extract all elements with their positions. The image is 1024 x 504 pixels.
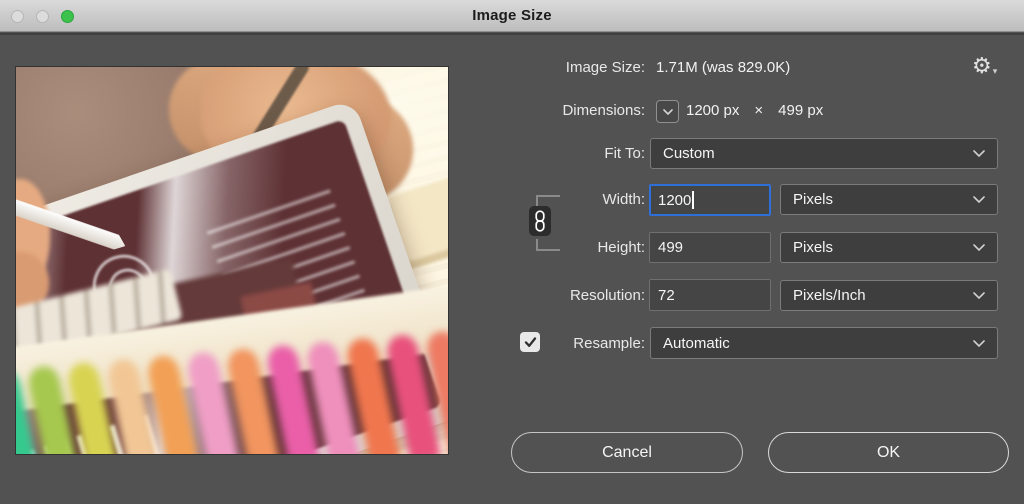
- dimensions-times: ×: [754, 102, 763, 119]
- chevron-down-icon: [663, 109, 673, 115]
- close-button[interactable]: [11, 10, 24, 23]
- chain-link-icon: [534, 210, 546, 232]
- width-unit-select[interactable]: Pixels: [780, 184, 998, 215]
- dimensions-width: 1200 px: [686, 102, 739, 119]
- dimensions-value: 1200 px × 499 px: [686, 102, 823, 119]
- titlebar-divider: [0, 33, 1024, 35]
- width-value: 1200: [658, 192, 691, 209]
- height-label: Height:: [470, 239, 645, 256]
- text-caret: [692, 191, 694, 209]
- image-size-value: 1.71M (was 829.0K): [656, 59, 790, 76]
- height-unit-value: Pixels: [793, 239, 833, 256]
- window-title: Image Size: [472, 7, 552, 24]
- resample-value: Automatic: [663, 335, 730, 352]
- height-unit-select[interactable]: Pixels: [780, 232, 998, 263]
- zoom-button[interactable]: [61, 10, 74, 23]
- resolution-unit-select[interactable]: Pixels/Inch: [780, 280, 998, 311]
- fit-to-value: Custom: [663, 145, 715, 162]
- dimensions-label: Dimensions:: [470, 102, 645, 119]
- chevron-down-icon: [973, 244, 985, 251]
- chevron-down-icon: [973, 340, 985, 347]
- height-value: 499: [658, 239, 683, 256]
- chevron-down-icon: [973, 150, 985, 157]
- resample-label: Resample:: [470, 335, 645, 352]
- gear-caret-icon: ▾: [993, 57, 998, 85]
- chevron-down-icon: [973, 196, 985, 203]
- width-unit-value: Pixels: [793, 191, 833, 208]
- width-label: Width:: [470, 191, 645, 208]
- chevron-down-icon: [973, 292, 985, 299]
- title-bar: Image Size: [0, 0, 1024, 32]
- image-preview[interactable]: [16, 67, 448, 454]
- dimensions-height: 499 px: [778, 102, 823, 119]
- resolution-unit-value: Pixels/Inch: [793, 287, 866, 304]
- constrain-proportions-toggle[interactable]: [529, 206, 551, 236]
- resolution-value: 72: [658, 287, 675, 304]
- resolution-label: Resolution:: [470, 287, 645, 304]
- gear-icon: ⚙: [972, 52, 992, 80]
- options-gear-button[interactable]: ⚙▾: [972, 52, 1006, 80]
- dimensions-unit-dropdown[interactable]: [656, 100, 679, 123]
- ok-button[interactable]: OK: [768, 432, 1009, 473]
- fit-to-select[interactable]: Custom: [650, 138, 998, 169]
- minimize-button[interactable]: [36, 10, 49, 23]
- width-input[interactable]: 1200: [649, 184, 771, 216]
- resample-select[interactable]: Automatic: [650, 327, 998, 359]
- image-size-label: Image Size:: [470, 59, 645, 76]
- cancel-button[interactable]: Cancel: [511, 432, 743, 473]
- height-input[interactable]: 499: [649, 232, 771, 263]
- fit-to-label: Fit To:: [470, 145, 645, 162]
- resolution-input[interactable]: 72: [649, 279, 771, 311]
- traffic-lights: [0, 0, 74, 32]
